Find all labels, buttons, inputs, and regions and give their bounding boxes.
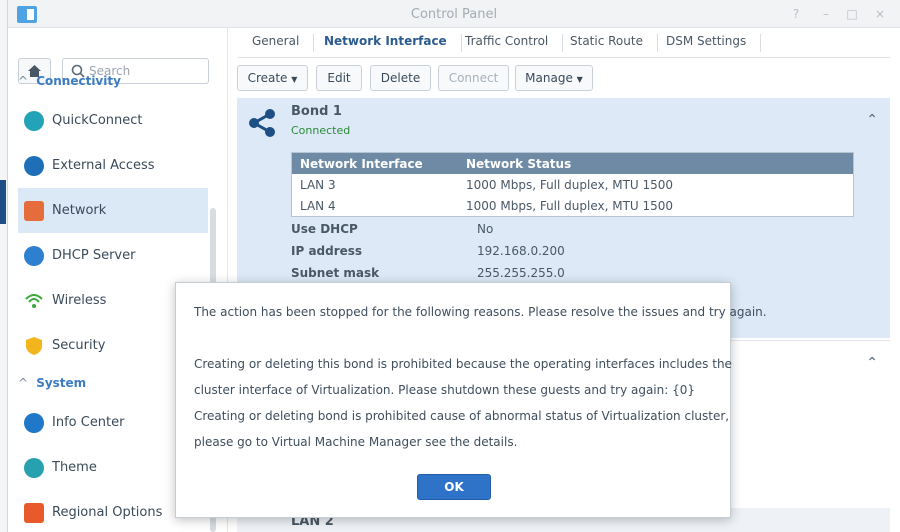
window-title: Control Panel xyxy=(410,7,498,22)
sidebar-item-label: Wireless xyxy=(52,293,107,308)
cell-interface: LAN 4 xyxy=(300,199,336,213)
desktop-marker xyxy=(0,180,6,224)
sidebar-item-quickconnect[interactable]: QuickConnect xyxy=(18,98,208,143)
sidebar-item-label: Security xyxy=(52,338,106,353)
cell-status: 1000 Mbps, Full duplex, MTU 1500 xyxy=(466,199,674,213)
caret-down-icon: ▼ xyxy=(291,75,298,84)
table-header: Network Interface Network Status xyxy=(292,153,853,174)
dialog-message: cluster interface of Virtualization. Ple… xyxy=(194,383,696,397)
create-label: Create xyxy=(247,71,288,85)
dialog-message: The action has been stopped for the foll… xyxy=(194,305,767,319)
sidebar-item-label: Network xyxy=(52,203,107,218)
table-row: LAN 3 1000 Mbps, Full duplex, MTU 1500 xyxy=(292,174,853,195)
sidebar-item-label: Info Center xyxy=(52,415,125,430)
chevron-up-icon: ^ xyxy=(18,74,29,88)
connect-button[interactable]: Connect xyxy=(438,65,509,91)
field-value: 255.255.255.0 xyxy=(477,266,565,280)
caret-down-icon: ▼ xyxy=(576,75,583,84)
edit-button[interactable]: Edit xyxy=(316,65,362,91)
sidebar-item-label: Theme xyxy=(52,460,97,475)
collapse-chevron-icon[interactable]: ⌃ xyxy=(866,112,878,128)
section-connectivity[interactable]: ^ Connectivity xyxy=(18,74,121,98)
tab-traffic-control[interactable]: Traffic Control xyxy=(465,34,564,52)
field-value: No xyxy=(477,222,494,236)
desktop-edge xyxy=(0,0,8,532)
manage-label: Manage xyxy=(525,71,573,85)
cell-interface: LAN 3 xyxy=(300,178,336,192)
minimize-button[interactable]: – xyxy=(818,6,834,22)
tab-bar: General Network Interface Traffic Contro… xyxy=(238,28,890,58)
dialog-message: Creating or deleting this bond is prohib… xyxy=(194,357,732,371)
bond-share-icon xyxy=(249,109,275,137)
tab-general[interactable]: General xyxy=(252,34,315,52)
dhcp-icon xyxy=(24,245,44,266)
sidebar-item-label: Regional Options xyxy=(52,505,163,520)
sidebar-item-network[interactable]: Network xyxy=(18,188,208,233)
maximize-button[interactable]: □ xyxy=(844,6,860,22)
sidebar-item-label: QuickConnect xyxy=(52,113,143,128)
section-connectivity-label: Connectivity xyxy=(36,74,121,88)
bond-status: Connected xyxy=(291,124,351,137)
header-network-interface: Network Interface xyxy=(300,157,423,171)
field-key: Subnet mask xyxy=(291,266,380,280)
delete-button[interactable]: Delete xyxy=(370,65,431,91)
cell-status: 1000 Mbps, Full duplex, MTU 1500 xyxy=(466,178,674,192)
tab-dsm-settings[interactable]: DSM Settings xyxy=(666,34,762,52)
title-bar: Control Panel ? – □ × xyxy=(8,0,900,28)
header-network-status: Network Status xyxy=(466,157,572,171)
sidebar-item-dhcp-server[interactable]: DHCP Server xyxy=(18,233,208,278)
wifi-icon xyxy=(25,293,43,308)
dialog-message: please go to Virtual Machine Manager see… xyxy=(194,435,518,449)
field-key: Use DHCP xyxy=(291,222,358,236)
bond-title: Bond 1 xyxy=(291,104,342,119)
shield-icon xyxy=(26,336,42,355)
collapse-chevron-icon[interactable]: ⌃ xyxy=(866,355,878,371)
tab-static-route[interactable]: Static Route xyxy=(570,34,658,52)
chevron-up-icon: ^ xyxy=(18,376,29,390)
tab-network-interface[interactable]: Network Interface xyxy=(324,34,462,52)
interface-table: Network Interface Network Status LAN 3 1… xyxy=(291,152,854,217)
manage-button[interactable]: Manage ▼ xyxy=(515,65,593,91)
section-system-label: System xyxy=(36,376,87,390)
home-network-icon xyxy=(24,200,44,221)
ok-button[interactable]: OK xyxy=(417,474,491,500)
palette-icon xyxy=(24,457,44,478)
quickconnect-icon xyxy=(24,110,44,131)
sidebar-item-label: External Access xyxy=(52,158,155,173)
dialog-message: Creating or deleting bond is prohibited … xyxy=(194,409,730,423)
error-dialog: The action has been stopped for the foll… xyxy=(175,282,767,518)
field-key: IP address xyxy=(291,244,363,258)
clock-flag-icon xyxy=(24,502,44,523)
info-icon xyxy=(24,412,44,433)
sidebar-item-external-access[interactable]: External Access xyxy=(18,143,208,188)
section-system[interactable]: ^ System xyxy=(18,376,86,400)
globe-icon xyxy=(24,155,44,176)
field-value: 192.168.0.200 xyxy=(477,244,565,258)
table-row: LAN 4 1000 Mbps, Full duplex, MTU 1500 xyxy=(292,195,853,216)
help-button[interactable]: ? xyxy=(788,6,804,22)
sidebar-item-label: DHCP Server xyxy=(52,248,136,263)
close-button[interactable]: × xyxy=(872,6,888,22)
create-button[interactable]: Create ▼ xyxy=(237,65,308,91)
